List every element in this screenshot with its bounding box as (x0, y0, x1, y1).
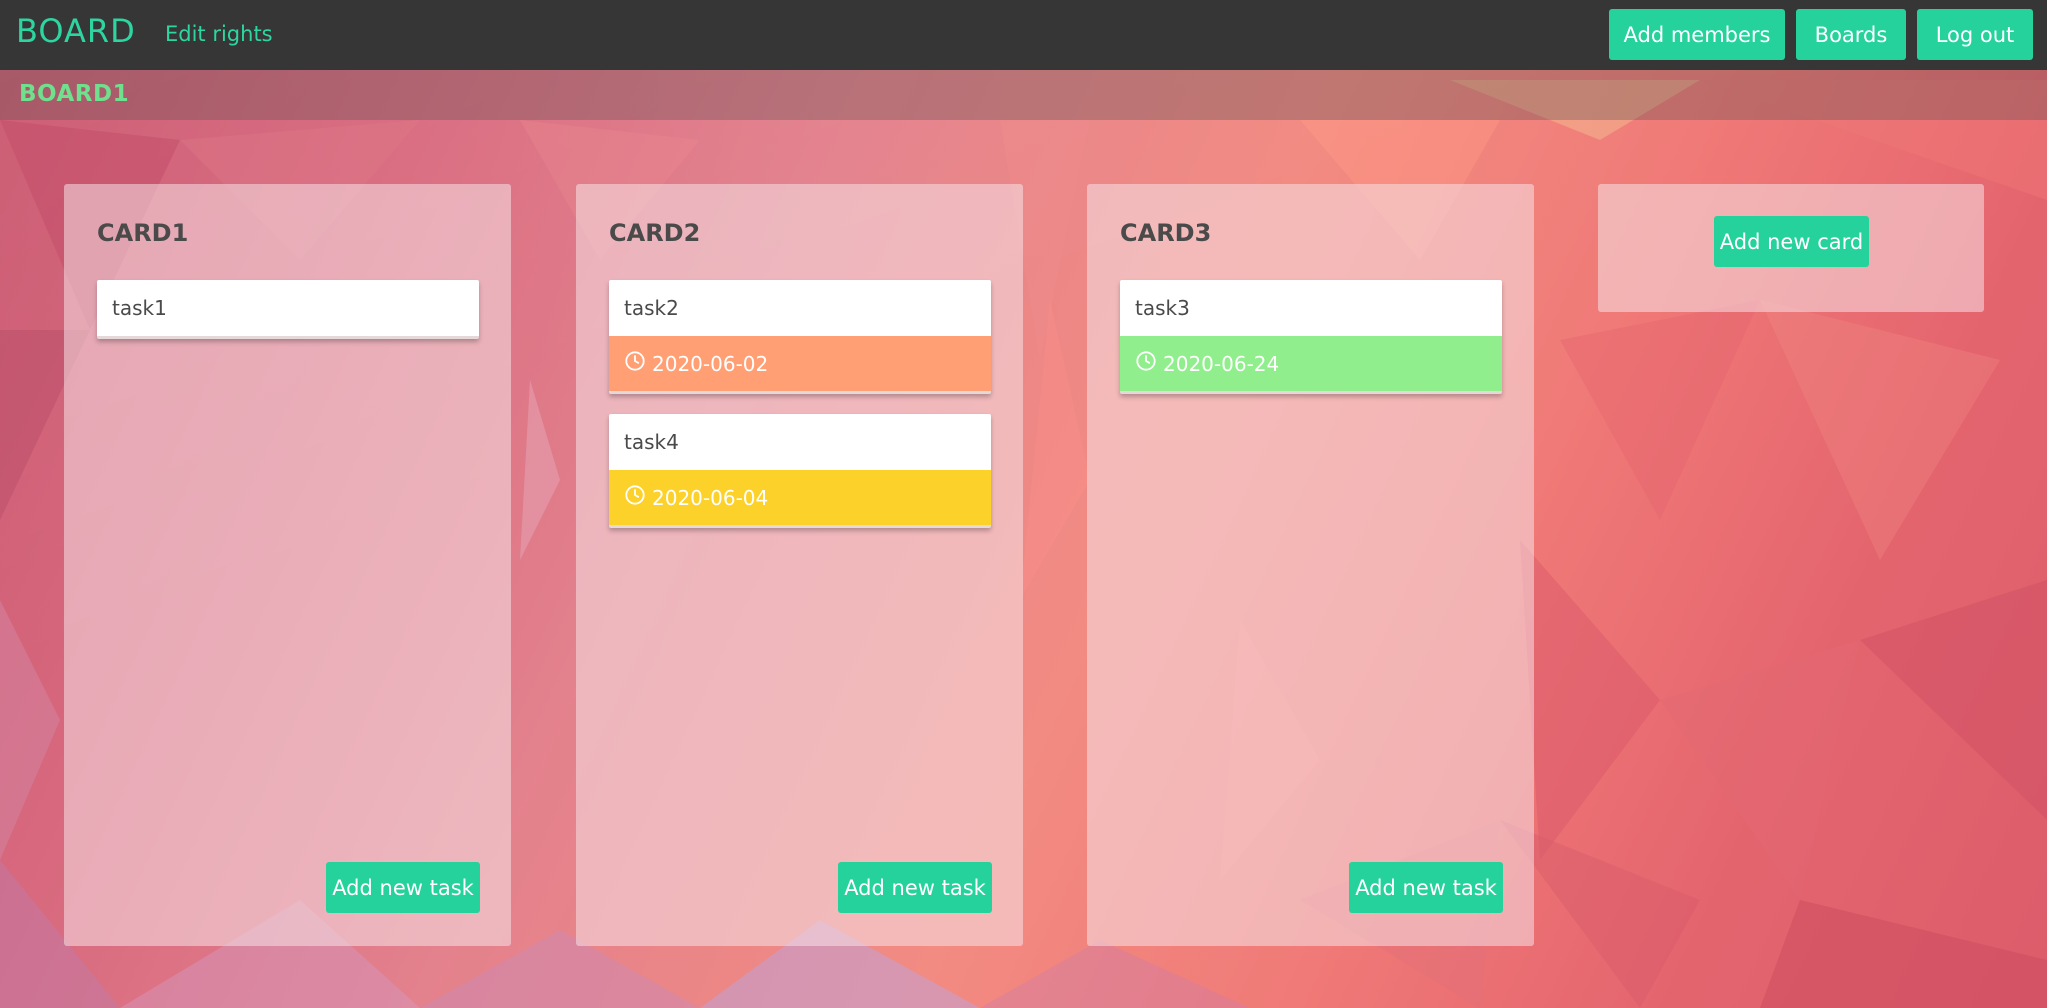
edit-rights-link[interactable]: Edit rights (165, 22, 273, 46)
add-members-button[interactable]: Add members (1609, 9, 1785, 60)
clock-icon (625, 350, 645, 371)
card-title: CARD1 (97, 219, 189, 247)
task-name: task1 (112, 296, 167, 320)
task-due-date: 2020-06-02 (609, 336, 991, 391)
task-name: task2 (624, 296, 679, 320)
task-item[interactable]: task2 2020-06-02 (609, 280, 991, 394)
task-date-text: 2020-06-02 (652, 351, 769, 376)
task-name: task3 (1135, 296, 1190, 320)
add-task-button[interactable]: Add new task (1349, 862, 1503, 913)
task-due-date: 2020-06-04 (609, 470, 991, 525)
task-date-text: 2020-06-24 (1163, 351, 1280, 376)
logout-button[interactable]: Log out (1917, 9, 2033, 60)
board-title: BOARD1 (19, 81, 130, 107)
card-column: CARD1 task1 Add new task (64, 184, 511, 946)
task-name: task4 (624, 430, 679, 454)
task-date-text: 2020-06-04 (652, 485, 769, 510)
clock-icon (625, 484, 645, 505)
add-task-button[interactable]: Add new task (326, 862, 480, 913)
boards-button[interactable]: Boards (1796, 9, 1906, 60)
task-item[interactable]: task4 2020-06-04 (609, 414, 991, 528)
add-card-button[interactable]: Add new card (1714, 216, 1869, 267)
card-column: CARD2 task2 2020-06-02 task4 2020-06-04 … (576, 184, 1023, 946)
task-item[interactable]: task3 2020-06-24 (1120, 280, 1502, 394)
card-title: CARD3 (1120, 219, 1212, 247)
brand-logo[interactable]: BOARD (16, 12, 136, 50)
task-item[interactable]: task1 (97, 280, 479, 339)
card-column: CARD3 task3 2020-06-24 Add new task (1087, 184, 1534, 946)
card-title: CARD2 (609, 219, 701, 247)
add-card-panel: Add new card (1598, 184, 1984, 312)
top-navbar: BOARD Edit rights Add members Boards Log… (0, 0, 2047, 70)
board-header: BOARD1 (0, 70, 2047, 120)
clock-icon (1136, 350, 1156, 371)
task-due-date: 2020-06-24 (1120, 336, 1502, 391)
add-task-button[interactable]: Add new task (838, 862, 992, 913)
